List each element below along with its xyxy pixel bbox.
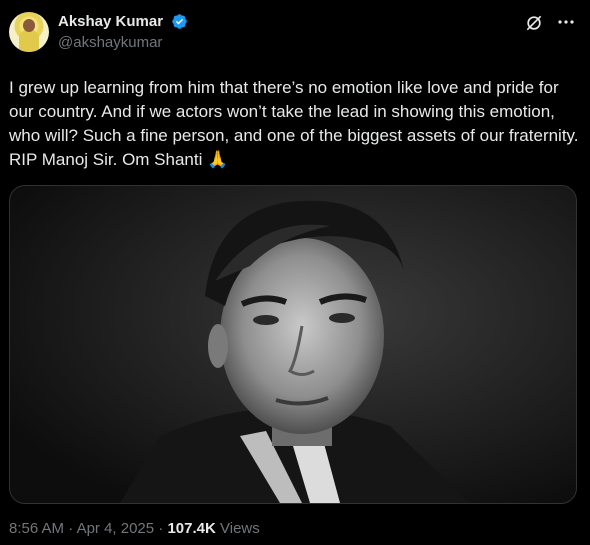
avatar-figure-head — [23, 19, 35, 32]
meta-separator: · — [64, 520, 77, 537]
portrait-photo-image — [10, 186, 576, 503]
author-names: Akshay Kumar @akshaykumar — [58, 13, 188, 51]
avatar[interactable] — [9, 12, 49, 52]
display-name[interactable]: Akshay Kumar — [58, 13, 163, 30]
views-label: Views — [215, 520, 260, 537]
grok-icon[interactable] — [524, 13, 544, 33]
tweet-header: Akshay Kumar @akshaykumar — [9, 12, 590, 62]
tweet-date[interactable]: Apr 4, 2025 — [77, 520, 155, 537]
verified-badge-icon — [171, 14, 187, 30]
views-count[interactable]: 107.4K — [167, 520, 215, 537]
tweet-text: I grew up learning from him that there’s… — [9, 78, 584, 169]
tweet-meta: 8:56 AM · Apr 4, 2025 · 107.4K Views — [9, 520, 260, 537]
tweet-time[interactable]: 8:56 AM — [9, 520, 64, 537]
meta-separator: · — [154, 520, 168, 537]
more-icon[interactable] — [556, 14, 576, 30]
tweet-photo[interactable] — [9, 185, 577, 504]
author-handle[interactable]: @akshaykumar — [58, 34, 188, 51]
avatar-figure-body — [19, 30, 39, 52]
